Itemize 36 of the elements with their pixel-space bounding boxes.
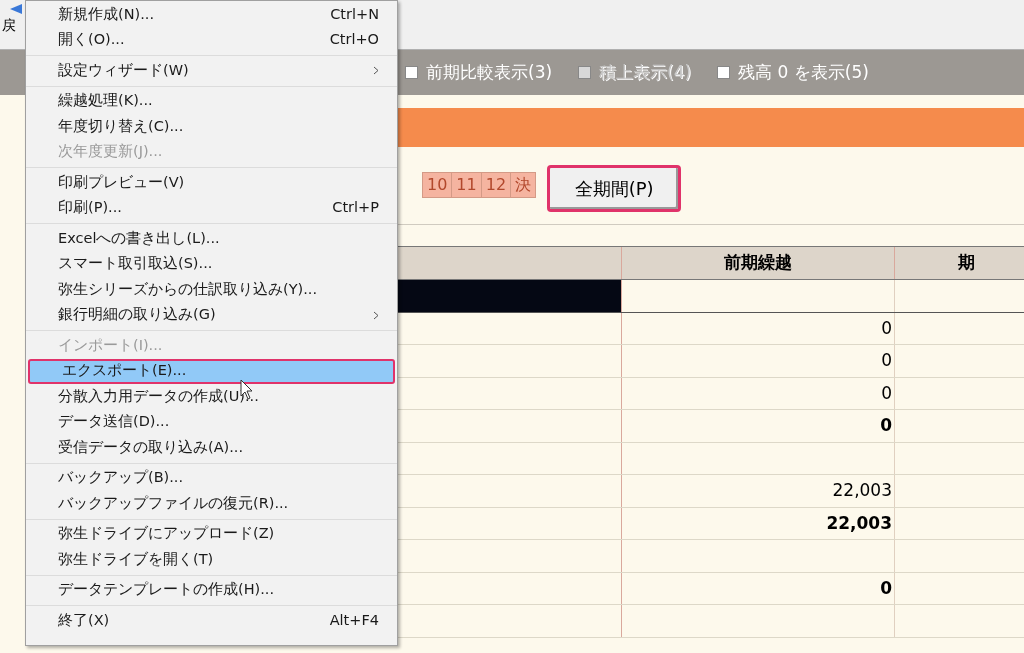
menu-item[interactable]: 受信データの取り込み(A)...	[26, 435, 397, 461]
menu-item[interactable]: 印刷プレビュー(V)	[26, 170, 397, 196]
chevron-right-icon	[373, 310, 379, 320]
amount-text: 0	[881, 349, 892, 372]
table-header-cell-text: 期	[957, 251, 976, 275]
checkbox[interactable]	[405, 66, 418, 79]
menu-item[interactable]: 終了(X) Alt+F4	[26, 608, 397, 634]
amount-text: 0	[881, 381, 892, 405]
menu-item[interactable]: 繰越処理(K)...	[26, 88, 397, 114]
checkbox[interactable]	[717, 66, 731, 79]
menu-item[interactable]: スマート取引取込(S)...	[26, 251, 397, 277]
menu-item[interactable]: 弥生ドライブにアップロード(Z)	[26, 521, 397, 547]
amount-text: 22,003	[826, 511, 892, 535]
back-label: 戻	[2, 16, 16, 34]
menu-item[interactable]: データ送信(D)...	[26, 409, 397, 435]
menu-item[interactable]: データテンプレートの作成(H)...	[26, 577, 397, 603]
full-period-button[interactable]: 全期間(P)	[547, 165, 682, 212]
table-header-cell: 前期繰越	[622, 247, 895, 279]
amount-text: 0	[880, 576, 892, 600]
menu-item[interactable]: 新規作成(N)... Ctrl+N	[26, 2, 397, 28]
menu-item[interactable]: エクスポート(E)...	[28, 358, 395, 384]
menu-item[interactable]: 年度切り替え(C)...	[26, 114, 397, 140]
menu-item[interactable]: 弥生シリーズからの仕訳取り込み(Y)...	[26, 277, 397, 303]
amount-text: 0	[881, 316, 892, 340]
menu-item[interactable]: バックアップ(B)...	[26, 465, 397, 491]
menu-item[interactable]: 銀行明細の取り込み(G)	[26, 302, 397, 328]
chevron-right-icon	[373, 66, 379, 76]
back-arrow-icon[interactable]	[10, 4, 22, 14]
menu-item[interactable]: 弥生ドライブを開く(T)	[26, 547, 397, 573]
menu-item[interactable]: 設定ウィザード(W)	[26, 58, 397, 84]
menu-item[interactable]: Excelへの書き出し(L)...	[26, 226, 397, 252]
menu-item[interactable]: 印刷(P)... Ctrl+P	[26, 195, 397, 221]
menu-item[interactable]: 開く(O)... Ctrl+O	[26, 27, 397, 53]
amount-text: 22,003	[832, 479, 892, 502]
menu-item[interactable]: バックアップファイルの復元(R)...	[26, 491, 397, 517]
amount-text: 0	[880, 414, 892, 437]
